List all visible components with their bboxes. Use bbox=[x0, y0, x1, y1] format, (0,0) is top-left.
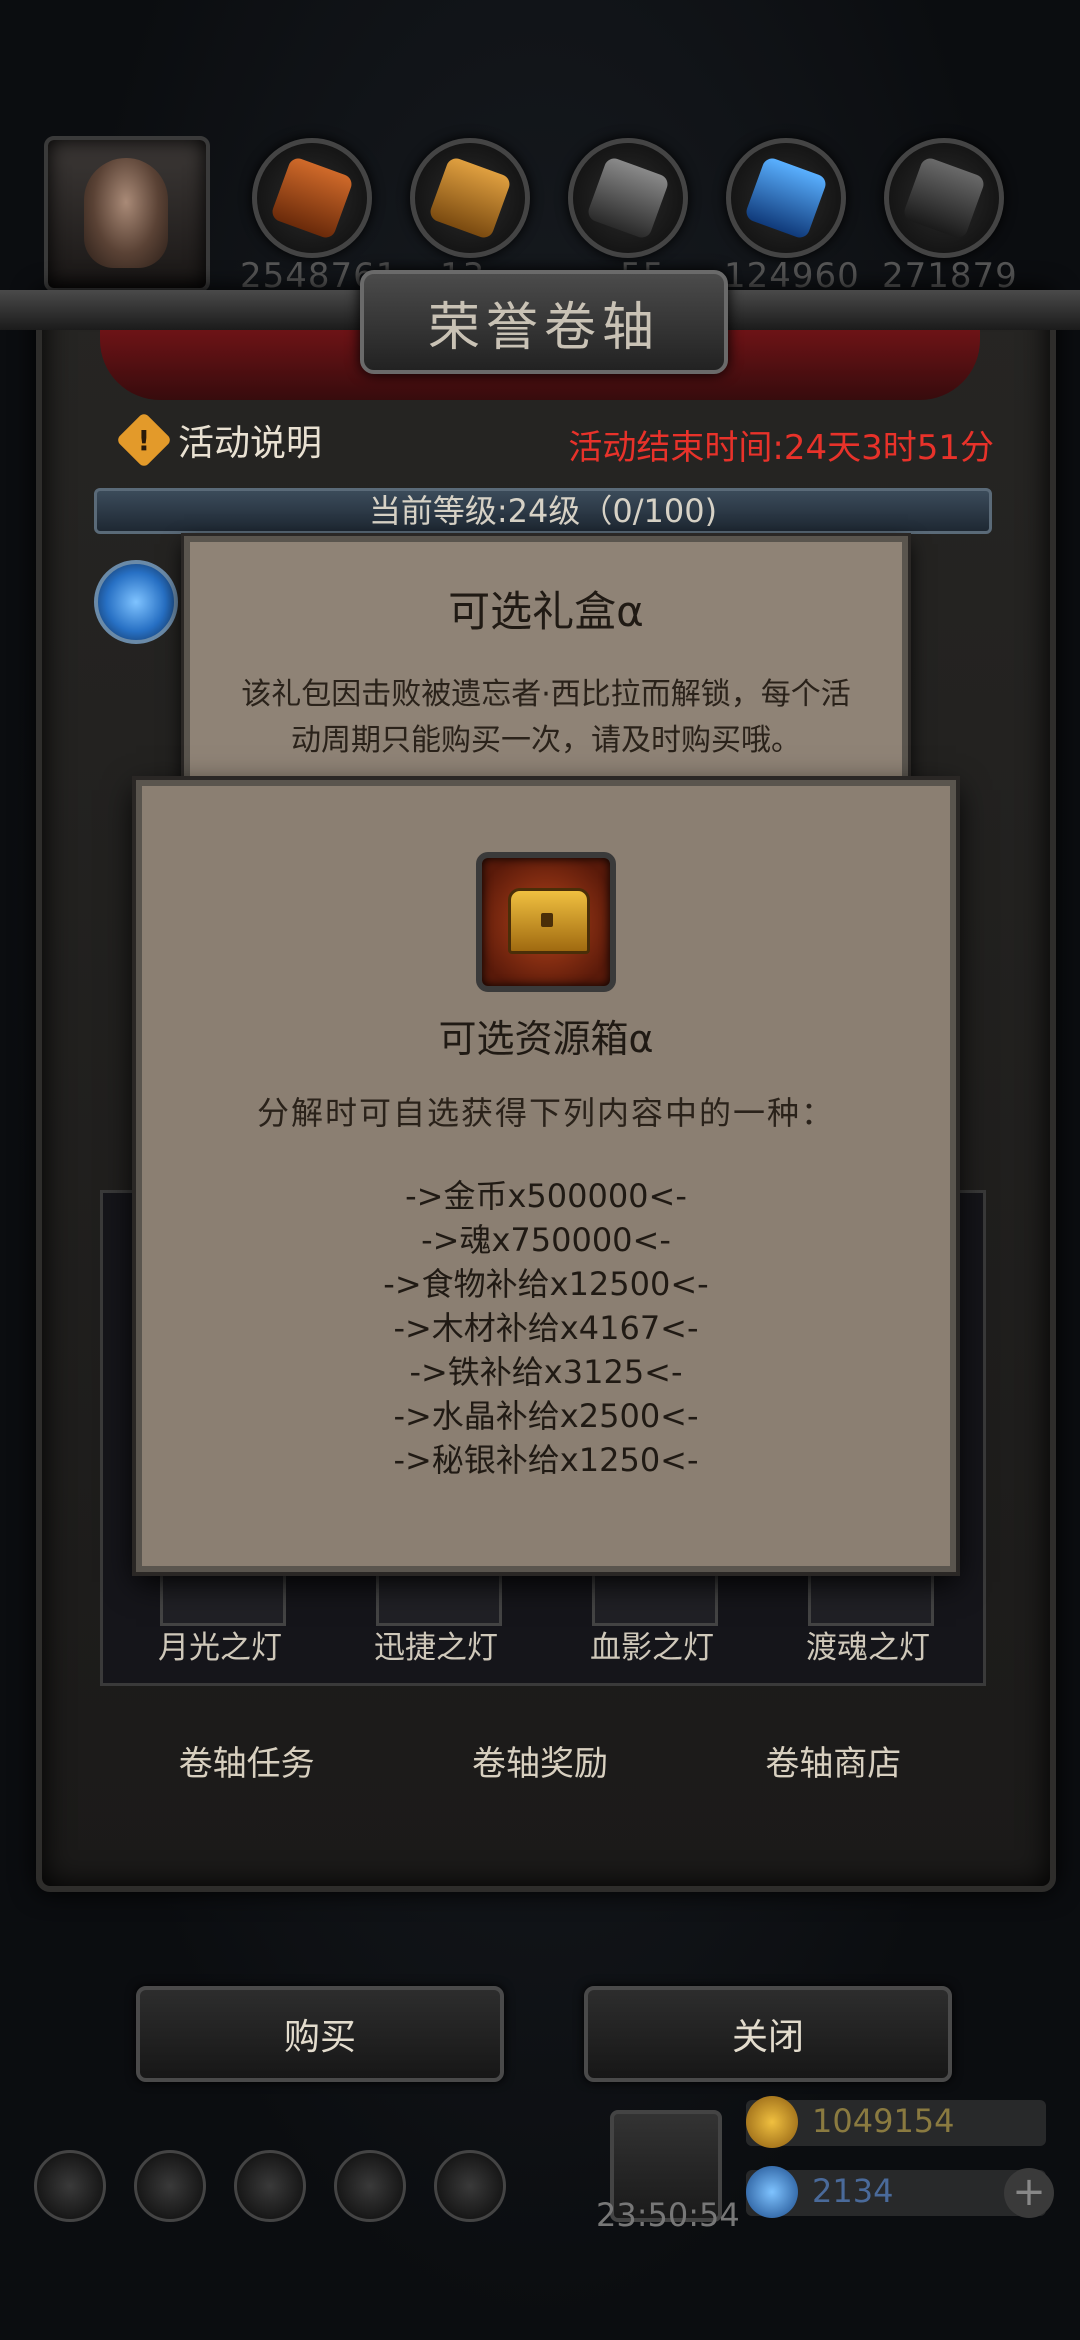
reward-options-list: ->金币x500000<- ->魂x750000<- ->食物补给x12500<… bbox=[142, 1174, 950, 1482]
scroll-orb-icon[interactable] bbox=[94, 560, 178, 644]
gift-box-info-popup: 可选礼盒α 该礼包因击败被遗忘者·西比拉而解锁，每个活动周期只能购买一次，请及时… bbox=[184, 536, 908, 798]
lamp-label-blood-shadow: 血影之灯 bbox=[590, 1630, 714, 1666]
item-detail-popup: 可选资源箱α 分解时可自选获得下列内容中的一种： ->金币x500000<- -… bbox=[136, 780, 956, 1572]
gift-timer: 23:50:54 bbox=[596, 2196, 740, 2234]
lamp-label-swift: 迅捷之灯 bbox=[374, 1630, 498, 1666]
player-portrait-icon bbox=[84, 158, 168, 268]
reward-option: ->秘银补给x1250<- bbox=[393, 1441, 699, 1479]
mail-icon[interactable] bbox=[334, 2150, 406, 2222]
gold-coin-icon bbox=[746, 2096, 798, 2148]
level-progress-bar: 当前等级:24级（0/100) bbox=[94, 488, 992, 534]
reward-option: ->木材补给x4167<- bbox=[393, 1309, 699, 1347]
gift-box-title: 可选礼盒α bbox=[448, 587, 644, 636]
add-currency-button[interactable]: + bbox=[1004, 2168, 1054, 2218]
reward-option: ->金币x500000<- bbox=[405, 1177, 687, 1215]
iron-resource-icon[interactable] bbox=[568, 138, 688, 258]
tab-scroll-tasks[interactable]: 卷轴任务 bbox=[149, 1722, 345, 1799]
gift-box-description: 该礼包因击败被遗忘者·西比拉而解锁，每个活动周期只能购买一次，请及时购买哦。 bbox=[241, 677, 851, 758]
treasure-chest-icon bbox=[508, 888, 590, 954]
item-name: 可选资源箱α bbox=[438, 1017, 654, 1061]
lamp-label-soul-ferry: 渡魂之灯 bbox=[806, 1630, 930, 1666]
mithril-resource-icon[interactable] bbox=[884, 138, 1004, 258]
guild-emblem-icon[interactable] bbox=[134, 2150, 206, 2222]
buy-button[interactable]: 购买 bbox=[136, 1986, 504, 2082]
reward-option: ->水晶补给x2500<- bbox=[393, 1397, 699, 1435]
gem-amount: 2134 bbox=[812, 2172, 894, 2210]
settings-gear-icon[interactable] bbox=[34, 2150, 106, 2222]
activity-info-button[interactable]: ! 活动说明 bbox=[115, 411, 323, 469]
warning-icon: ! bbox=[115, 411, 173, 469]
scroll-tabs: 卷轴任务 卷轴奖励 卷轴商店 bbox=[100, 1700, 980, 1820]
blue-gem-icon bbox=[746, 2166, 798, 2218]
activity-info-label: 活动说明 bbox=[178, 423, 323, 464]
lamp-label-moonlight: 月光之灯 bbox=[158, 1630, 282, 1666]
tab-scroll-shop[interactable]: 卷轴商店 bbox=[735, 1722, 931, 1799]
castle-icon[interactable] bbox=[234, 2150, 306, 2222]
food-resource-icon[interactable] bbox=[410, 138, 530, 258]
tab-scroll-rewards[interactable]: 卷轴奖励 bbox=[442, 1722, 638, 1799]
player-avatar[interactable] bbox=[44, 136, 210, 292]
activity-end-time: 活动结束时间:24天3时51分 bbox=[568, 428, 994, 468]
reward-option: ->魂x750000<- bbox=[421, 1221, 671, 1259]
honor-scroll-screen: 2548761 13 55 124960 271879 荣誉卷轴 ! 活动说明 … bbox=[0, 0, 1080, 2340]
close-button[interactable]: 关闭 bbox=[584, 1986, 952, 2082]
gold-amount: 1049154 bbox=[812, 2102, 955, 2140]
reward-option: ->食物补给x12500<- bbox=[383, 1265, 709, 1303]
crystal-resource-icon[interactable] bbox=[726, 138, 846, 258]
item-description: 分解时可自选获得下列内容中的一种： bbox=[256, 1094, 835, 1132]
crossed-swords-icon[interactable] bbox=[434, 2150, 506, 2222]
reward-option: ->铁补给x3125<- bbox=[409, 1353, 683, 1391]
panel-title-plate: 荣誉卷轴 bbox=[360, 270, 728, 374]
wood-resource-icon[interactable] bbox=[252, 138, 372, 258]
item-icon-frame bbox=[476, 852, 616, 992]
panel-title: 荣誉卷轴 bbox=[427, 297, 660, 358]
